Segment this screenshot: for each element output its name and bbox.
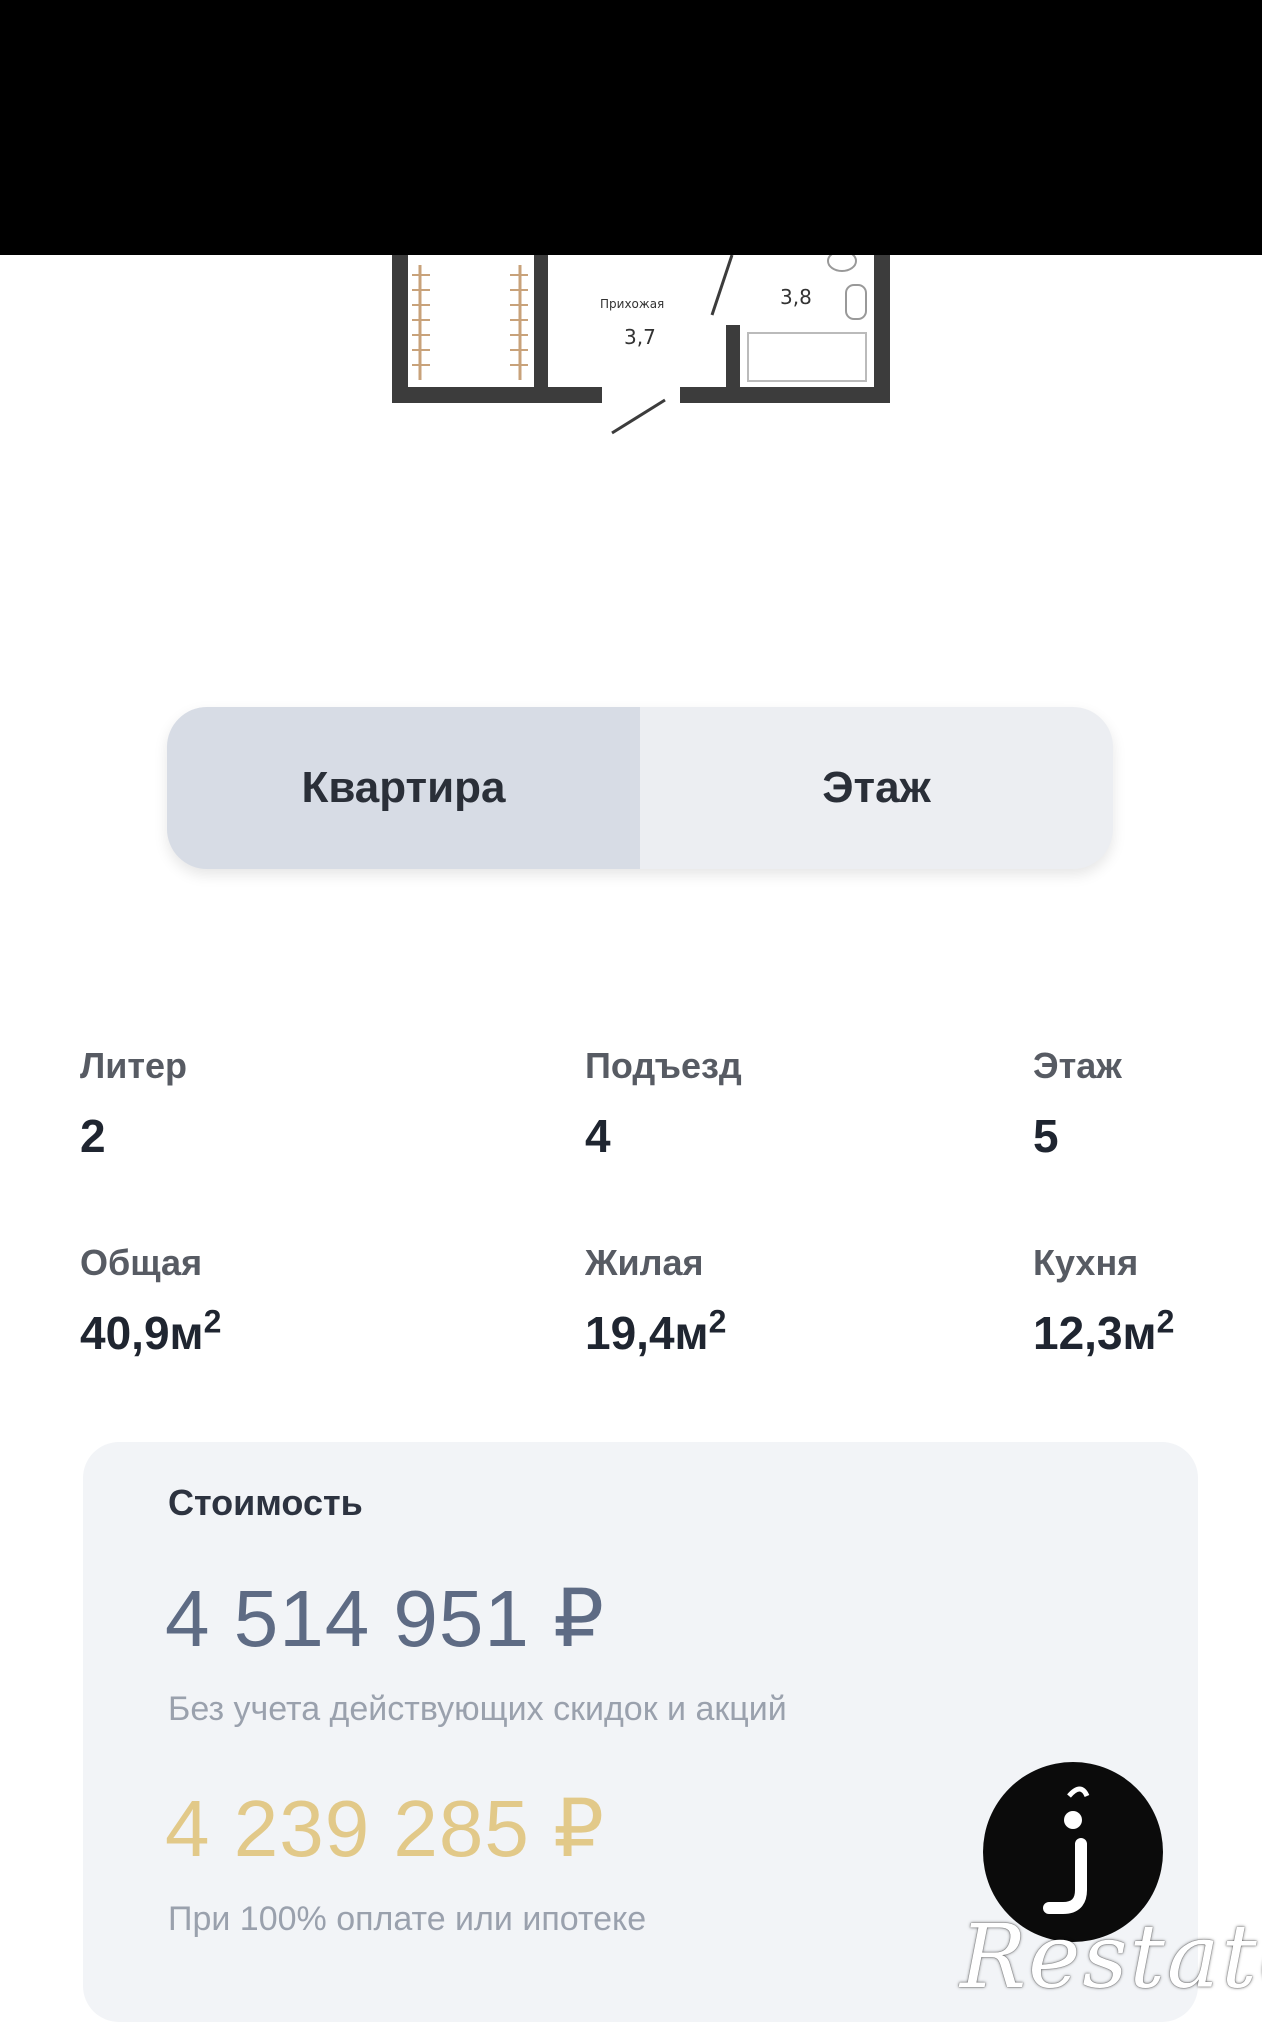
spec-total-number: 40,9м xyxy=(80,1307,204,1359)
spec-living-unit-sup: 2 xyxy=(708,1303,727,1340)
price-discounted: 4 239 285 ₽ xyxy=(165,1784,606,1873)
spec-floor-label: Этаж xyxy=(1033,1045,1122,1086)
watermark-logo: Restate xyxy=(960,1905,1262,2008)
spec-entrance-label: Подъезд xyxy=(585,1045,742,1086)
spec-entrance: Подъезд 4 xyxy=(585,1045,742,1163)
spec-liter-label: Литер xyxy=(80,1045,188,1086)
room-area-label: 3,7 xyxy=(624,325,656,349)
spec-total-label: Общая xyxy=(80,1242,203,1283)
spec-living-area: Жилая 19,4м2 xyxy=(585,1242,726,1360)
spec-living-label: Жилая xyxy=(585,1242,704,1283)
spec-living-value: 19,4м2 xyxy=(585,1306,726,1360)
floor-plan-drawing xyxy=(392,255,890,435)
spec-entrance-value: 4 xyxy=(585,1110,611,1162)
view-switcher: Квартира Этаж xyxy=(167,707,1113,869)
spec-liter-value: 2 xyxy=(80,1110,106,1162)
spec-total-unit-sup: 2 xyxy=(203,1303,222,1340)
tab-floor[interactable]: Этаж xyxy=(640,707,1113,869)
spec-kitchen-unit-sup: 2 xyxy=(1156,1303,1175,1340)
spec-kitchen-area: Кухня 12,3м2 xyxy=(1033,1242,1174,1360)
bath-area-label: 3,8 xyxy=(780,285,812,309)
spec-kitchen-label: Кухня xyxy=(1033,1242,1139,1283)
spec-kitchen-number: 12,3м xyxy=(1033,1307,1157,1359)
top-black-bar xyxy=(0,0,1262,255)
floor-plan: Прихожая 3,7 3,8 xyxy=(0,255,1262,455)
spec-kitchen-value: 12,3м2 xyxy=(1033,1306,1174,1360)
price-full-note: Без учета действующих скидок и акций xyxy=(168,1690,787,1728)
spec-liter: Литер 2 xyxy=(80,1045,187,1163)
spec-total-area: Общая 40,9м2 xyxy=(80,1242,221,1360)
spec-total-value: 40,9м2 xyxy=(80,1306,221,1360)
spec-floor-value: 5 xyxy=(1033,1110,1059,1162)
price-discounted-note: При 100% оплате или ипотеке xyxy=(168,1900,647,1938)
tab-apartment[interactable]: Квартира xyxy=(167,707,640,869)
spec-living-number: 19,4м xyxy=(585,1307,709,1359)
price-label: Стоимость xyxy=(168,1482,363,1523)
room-name-label: Прихожая xyxy=(600,297,665,311)
price-full: 4 514 951 ₽ xyxy=(165,1574,606,1663)
spec-floor: Этаж 5 xyxy=(1033,1045,1122,1163)
